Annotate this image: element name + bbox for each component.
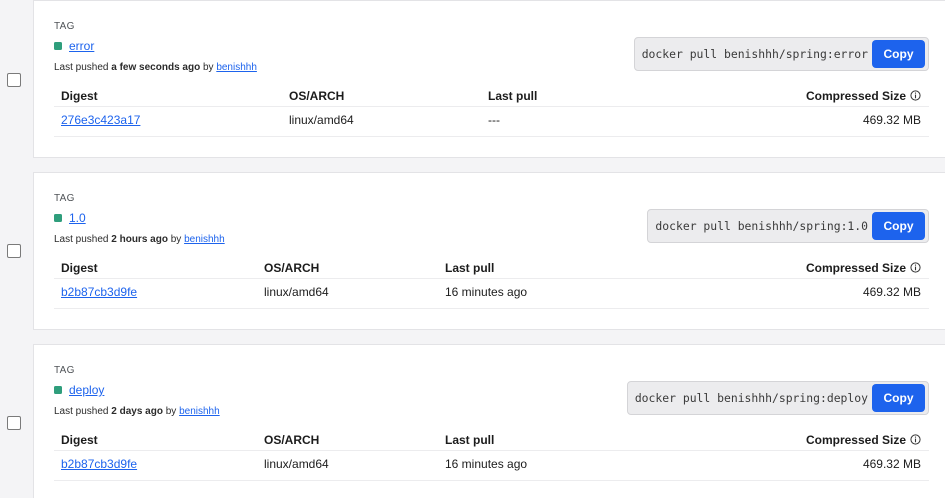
size-value: 469.32 MB [862, 285, 921, 299]
copy-button[interactable]: Copy [872, 212, 925, 240]
pushed-user-link[interactable]: benishhh [184, 234, 225, 245]
col-digest: Digest [61, 261, 98, 275]
col-os-arch: OS/ARCH [264, 433, 320, 447]
tag-heading: TAG [54, 21, 75, 32]
pushed-by: by [162, 406, 180, 417]
size-value: 469.32 MB [862, 457, 921, 471]
tag-row-1-0: TAG 1.0 Last pushed 2 hours ago by benis… [0, 171, 945, 343]
select-checkbox[interactable] [7, 244, 21, 258]
col-last-pull: Last pull [445, 433, 495, 447]
pushed-prefix: Last pushed [54, 62, 112, 73]
col-os-arch: OS/ARCH [264, 261, 320, 275]
col-compressed-size: Compressed Size [806, 89, 921, 103]
pushed-user-link[interactable]: benishhh [179, 406, 220, 417]
col-compressed-size-label: Compressed Size [805, 89, 906, 103]
os-arch-value: linux/amd64 [264, 457, 329, 471]
col-compressed-size-label: Compressed Size [805, 433, 906, 447]
tag-card: TAG deploy Last pushed 2 days ago by ben… [33, 344, 945, 498]
last-pushed-info: Last pushed a few seconds ago by benishh… [54, 62, 257, 73]
tag-line: error [54, 39, 94, 53]
col-last-pull: Last pull [445, 261, 495, 275]
pushed-user-link[interactable]: benishhh [216, 62, 257, 73]
pull-command-box: docker pull benishhh/spring:1.0 Copy [647, 209, 929, 243]
select-checkbox[interactable] [7, 416, 21, 430]
digest-link[interactable]: b2b87cb3d9fe [61, 457, 137, 471]
tag-name-link[interactable]: deploy [69, 383, 104, 397]
tag-row-error: TAG error Last pushed a few seconds ago … [0, 0, 945, 172]
tag-status-dot [54, 214, 62, 222]
pushed-when: 2 days ago [111, 406, 163, 417]
col-digest: Digest [61, 89, 98, 103]
col-compressed-size-label: Compressed Size [805, 261, 906, 275]
table-header: Digest OS/ARCH Last pull Compressed Size [54, 427, 929, 451]
tag-line: deploy [54, 383, 104, 397]
select-checkbox[interactable] [7, 73, 21, 87]
copy-button[interactable]: Copy [872, 40, 925, 68]
digest-link[interactable]: 276e3c423a17 [61, 113, 140, 127]
pull-command: docker pull benishhh/spring:1.0 [655, 219, 868, 233]
tag-heading: TAG [54, 193, 75, 204]
tag-heading: TAG [54, 365, 75, 376]
info-icon[interactable] [910, 90, 921, 101]
tag-name-link[interactable]: error [69, 39, 94, 53]
os-arch-value: linux/amd64 [289, 113, 354, 127]
size-value: 469.32 MB [862, 113, 921, 127]
col-compressed-size: Compressed Size [806, 261, 921, 275]
last-pull-value: 16 minutes ago [445, 457, 528, 471]
pushed-by: by [200, 62, 217, 73]
col-compressed-size: Compressed Size [806, 433, 921, 447]
tag-name-link[interactable]: 1.0 [69, 211, 86, 225]
info-icon[interactable] [910, 262, 921, 273]
copy-button[interactable]: Copy [872, 384, 925, 412]
col-last-pull: Last pull [488, 89, 538, 103]
pushed-when: a few seconds ago [111, 62, 201, 73]
tag-status-dot [54, 386, 62, 394]
table-header: Digest OS/ARCH Last pull Compressed Size [54, 255, 929, 279]
tag-card: TAG error Last pushed a few seconds ago … [33, 0, 945, 158]
digest-link[interactable]: b2b87cb3d9fe [61, 285, 137, 299]
last-pull-value: 16 minutes ago [445, 285, 528, 299]
col-os-arch: OS/ARCH [289, 89, 345, 103]
info-icon[interactable] [910, 434, 921, 445]
pull-command: docker pull benishhh/spring:error [641, 47, 868, 61]
last-pull-value: --- [488, 113, 500, 127]
pushed-when: 2 hours ago [111, 234, 168, 245]
pull-command-box: docker pull benishhh/spring:error Copy [633, 37, 929, 71]
pull-command-box: docker pull benishhh/spring:deploy Copy [626, 381, 929, 415]
tag-line: 1.0 [54, 211, 86, 225]
last-pushed-info: Last pushed 2 hours ago by benishhh [54, 234, 225, 245]
tag-row-deploy: TAG deploy Last pushed 2 days ago by ben… [0, 343, 945, 498]
table-header: Digest OS/ARCH Last pull Compressed Size [54, 83, 929, 107]
pushed-prefix: Last pushed [54, 406, 112, 417]
tag-card: TAG 1.0 Last pushed 2 hours ago by benis… [33, 172, 945, 330]
col-digest: Digest [61, 433, 98, 447]
last-pushed-info: Last pushed 2 days ago by benishhh [54, 406, 220, 417]
tag-status-dot [54, 42, 62, 50]
pull-command: docker pull benishhh/spring:deploy [634, 391, 868, 405]
table-row: b2b87cb3d9fe linux/amd64 16 minutes ago … [54, 451, 929, 481]
table-row: 276e3c423a17 linux/amd64 --- 469.32 MB [54, 107, 929, 137]
table-row: b2b87cb3d9fe linux/amd64 16 minutes ago … [54, 279, 929, 309]
os-arch-value: linux/amd64 [264, 285, 329, 299]
pushed-prefix: Last pushed [54, 234, 112, 245]
pushed-by: by [167, 234, 185, 245]
